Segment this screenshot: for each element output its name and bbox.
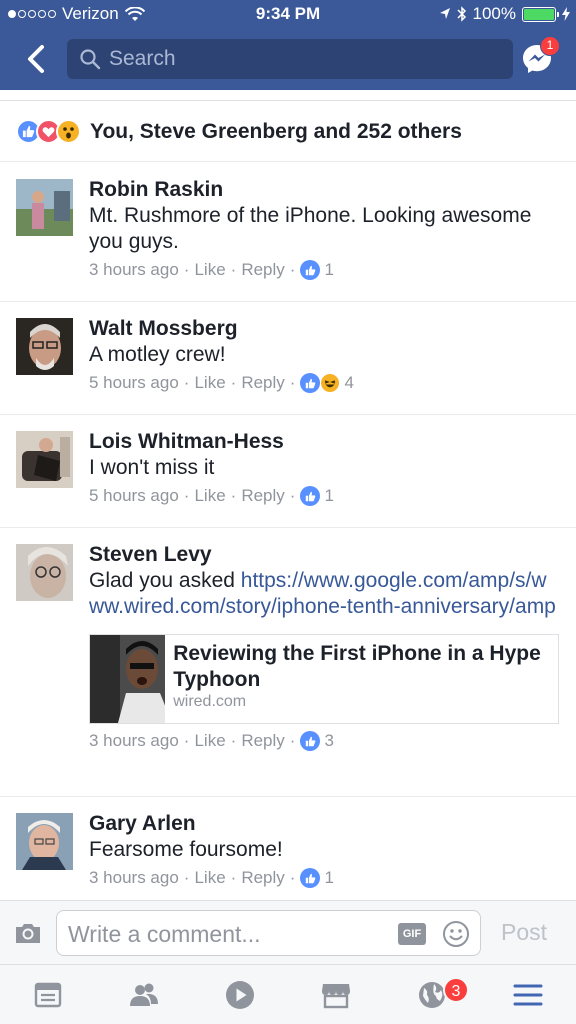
comment-item: Lois Whitman-Hess I won't miss it 5 hour… [0, 415, 576, 528]
reply-button[interactable]: Reply [241, 728, 284, 754]
marketplace-icon[interactable] [320, 979, 352, 1011]
comment-text-prefix: Glad you asked [89, 569, 241, 592]
like-reaction-icon[interactable] [300, 868, 321, 888]
link-thumbnail [90, 635, 166, 723]
comment-meta: 3 hours ago · Like · Reply · 1 [89, 257, 559, 283]
like-button[interactable]: Like [194, 483, 225, 509]
reaction-count[interactable]: 1 [324, 865, 333, 891]
commenter-name[interactable]: Gary Arlen [89, 811, 559, 837]
avatar[interactable] [16, 179, 73, 236]
like-reaction-icon[interactable] [300, 731, 321, 751]
search-icon [80, 49, 101, 70]
avatar[interactable] [16, 318, 73, 375]
avatar[interactable] [16, 544, 73, 601]
like-button[interactable]: Like [194, 257, 225, 283]
reaction-count[interactable]: 4 [344, 370, 353, 396]
messenger-badge: 1 [540, 36, 560, 56]
commenter-name[interactable]: Steven Levy [89, 542, 559, 568]
sticker-icon[interactable] [442, 920, 470, 948]
reaction-count[interactable]: 1 [324, 483, 333, 509]
like-reaction-icon[interactable] [300, 260, 321, 280]
notifications-badge: 3 [443, 977, 469, 1003]
comment-meta: 5 hours ago · Like · Reply · 1 [89, 483, 559, 509]
top-bar: Verizon 9:34 PM 100% Search 1 [0, 0, 576, 90]
comment-meta: 5 hours ago · Like · Reply · 4 [89, 370, 559, 396]
reply-button[interactable]: Reply [241, 257, 284, 283]
news-feed-icon[interactable] [32, 979, 64, 1011]
like-reaction-icon[interactable] [300, 486, 321, 506]
wow-icon [56, 119, 81, 144]
status-bar: Verizon 9:34 PM 100% [0, 0, 576, 30]
friends-icon[interactable] [128, 979, 160, 1011]
comment-meta: 3 hours ago · Like · Reply · 1 [89, 865, 559, 891]
post-button[interactable]: Post [501, 919, 547, 946]
reactions-summary[interactable]: You, Steve Greenberg and 252 others [0, 102, 576, 162]
commenter-name[interactable]: Walt Mossberg [89, 316, 559, 342]
comment-timestamp[interactable]: 5 hours ago [89, 370, 179, 396]
comment-text: Fearsome foursome! [89, 838, 283, 861]
gif-button[interactable]: GIF [398, 923, 426, 945]
like-button[interactable]: Like [194, 370, 225, 396]
commenter-name[interactable]: Robin Raskin [89, 177, 559, 203]
comment-input[interactable] [68, 920, 388, 948]
reaction-count[interactable]: 3 [324, 728, 333, 754]
battery-icon [522, 6, 559, 22]
link-source: wired.com [173, 693, 247, 710]
reactions-text[interactable]: You, Steve Greenberg and 252 others [90, 120, 462, 144]
avatar[interactable] [16, 431, 73, 488]
comment-timestamp[interactable]: 3 hours ago [89, 728, 179, 754]
nav-row: 1 [0, 36, 576, 82]
comment-text: Mt. Rushmore of the iPhone. Looking awes… [89, 204, 532, 253]
comment-timestamp[interactable]: 3 hours ago [89, 865, 179, 891]
charging-icon [562, 7, 570, 21]
comment-meta: 3 hours ago · Like · Reply · 3 [89, 728, 559, 754]
video-icon[interactable] [224, 979, 256, 1011]
tab-bar: 3 [0, 964, 576, 1024]
bluetooth-icon [456, 6, 466, 22]
reply-button[interactable]: Reply [241, 865, 284, 891]
battery-percent: 100% [472, 4, 516, 23]
link-preview-card[interactable]: Reviewing the First iPhone in a Hype Typ… [89, 634, 559, 724]
commenter-name[interactable]: Lois Whitman-Hess [89, 429, 559, 455]
comment-box[interactable]: GIF [56, 910, 481, 956]
comment-item: Walt Mossberg A motley crew! 5 hours ago… [0, 302, 576, 415]
camera-icon[interactable] [14, 921, 42, 945]
like-button[interactable]: Like [194, 865, 225, 891]
menu-icon[interactable] [512, 979, 544, 1011]
haha-reaction-icon[interactable] [320, 373, 341, 393]
comment-text: I won't miss it [89, 456, 215, 479]
comment-timestamp[interactable]: 3 hours ago [89, 257, 179, 283]
location-icon [439, 8, 450, 19]
comments-feed[interactable]: You, Steve Greenberg and 252 others Robi… [0, 90, 576, 900]
divider [0, 100, 576, 101]
comment-item: Steven Levy Glad you asked https://www.g… [0, 528, 576, 797]
reaction-count[interactable]: 1 [324, 257, 333, 283]
back-arrow-icon[interactable] [22, 44, 52, 74]
like-button[interactable]: Like [194, 728, 225, 754]
search-input[interactable] [109, 47, 489, 71]
like-reaction-icon[interactable] [300, 373, 321, 393]
comment-text: A motley crew! [89, 343, 226, 366]
link-title[interactable]: Reviewing the First iPhone in a Hype Typ… [173, 641, 558, 693]
search-bar[interactable] [67, 39, 513, 79]
comment-item: Robin Raskin Mt. Rushmore of the iPhone.… [0, 163, 576, 302]
avatar[interactable] [16, 813, 73, 870]
comment-composer: GIF Post [0, 900, 576, 964]
comment-item: Gary Arlen Fearsome foursome! 3 hours ag… [0, 797, 576, 900]
reply-button[interactable]: Reply [241, 370, 284, 396]
comment-text: Glad you asked https://www.google.com/am… [89, 568, 559, 620]
comment-timestamp[interactable]: 5 hours ago [89, 483, 179, 509]
reply-button[interactable]: Reply [241, 483, 284, 509]
